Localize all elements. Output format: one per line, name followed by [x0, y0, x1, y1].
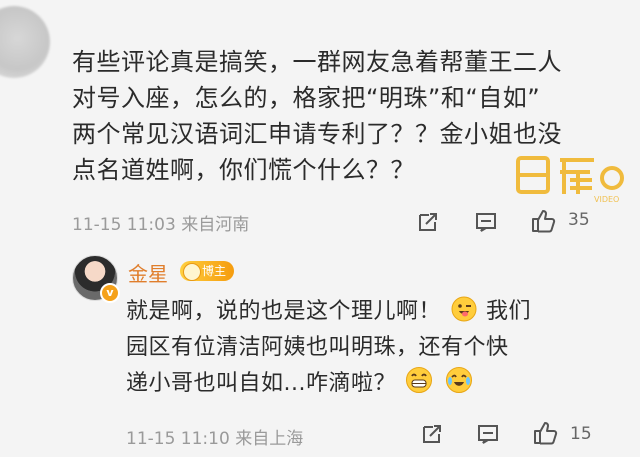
reply-body: 就是啊，说的也是这个理儿啊！ 我们 园区有位清洁阿姨也叫明珠，还有个快 递小哥也… [126, 294, 626, 402]
comment-meta: 11-15 11:03 来自河南 35 [72, 206, 632, 236]
svg-text:VIDEO: VIDEO [594, 195, 619, 204]
share-icon[interactable] [420, 422, 444, 446]
badge-coin-icon [183, 263, 201, 281]
reply-time-location: 11-15 11:10 来自上海 [126, 429, 304, 449]
reply-line1a: 就是啊，说的也是这个理儿啊！ [126, 299, 442, 324]
like-count: 35 [568, 210, 590, 230]
comment-time-location: 11-15 11:03 来自河南 [72, 215, 250, 235]
comment-line: 对号入座，怎么的，格家把“明珠”和“自如” [72, 84, 541, 112]
reply-line: 递小哥也叫自如...咋滴啦？ [126, 366, 626, 402]
wink-tongue-emoji [451, 296, 477, 322]
reply-username[interactable]: 金星 [128, 258, 168, 287]
commenter-avatar[interactable] [0, 6, 50, 78]
comment-icon[interactable] [474, 210, 498, 234]
verified-icon: v [100, 283, 120, 303]
reply-line3: 递小哥也叫自如...咋滴啦？ [126, 371, 396, 396]
comment-line: 两个常见汉语词汇申请专利了？？金小姐也没 [72, 120, 562, 148]
comment-line: 有些评论真是搞笑，一群网友急着帮董王二人 [72, 48, 562, 76]
like-icon[interactable] [532, 420, 558, 446]
reply-line1b: 我们 [486, 299, 532, 324]
like-count: 15 [570, 424, 592, 444]
reply-line: 就是啊，说的也是这个理儿啊！ 我们 [126, 294, 626, 330]
share-icon[interactable] [416, 210, 440, 234]
watermark-logo: VIDEO [516, 156, 624, 204]
reply-line: 园区有位清洁阿姨也叫明珠，还有个快 [126, 335, 509, 360]
comment-icon[interactable] [476, 422, 500, 446]
reply-meta: 11-15 11:10 来自上海 15 [126, 420, 626, 450]
author-badge: 博主 [180, 261, 234, 281]
author-badge-label: 博主 [201, 264, 226, 278]
laugh-cry-emoji [445, 367, 472, 393]
like-icon[interactable] [530, 208, 556, 234]
grin-emoji [406, 367, 433, 393]
